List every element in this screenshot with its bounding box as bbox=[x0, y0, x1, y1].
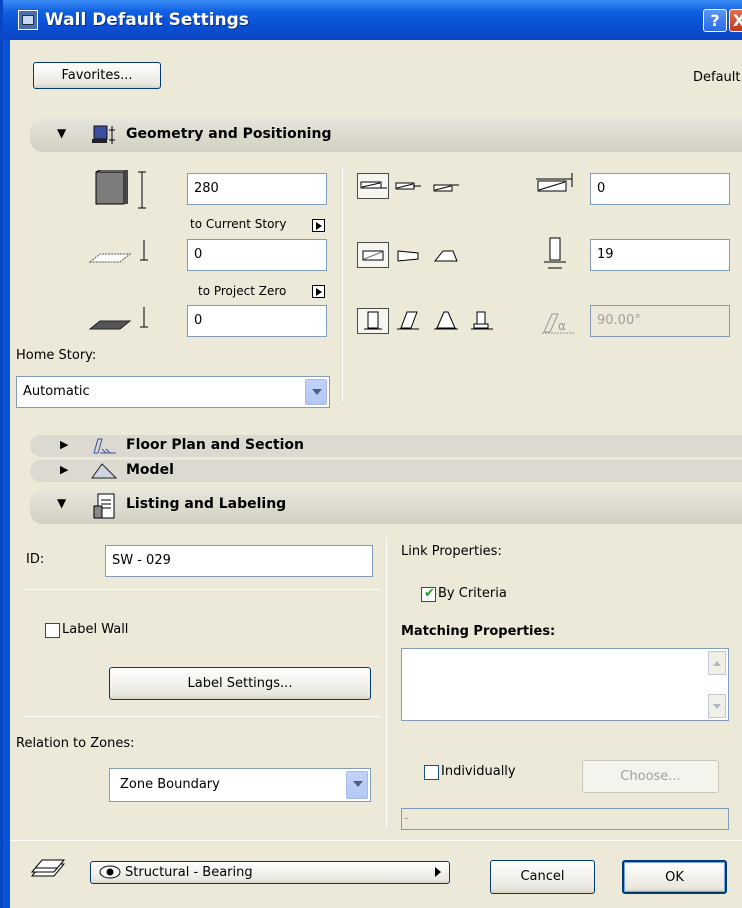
id-label: ID: bbox=[26, 552, 45, 567]
thickness-icon bbox=[542, 236, 570, 274]
layer-select-button[interactable]: Structural - Bearing bbox=[90, 861, 450, 884]
panel-model-title: Model bbox=[126, 462, 174, 478]
panel-floor-plan-title: Floor Plan and Section bbox=[126, 437, 304, 453]
expand-triangle-icon: ▼ bbox=[57, 496, 67, 510]
panel-listing-title: Listing and Labeling bbox=[126, 496, 287, 512]
dialog-window: Wall Default Settings ? X Favorites... D… bbox=[0, 0, 742, 908]
wall-height-icon bbox=[90, 169, 160, 212]
scroll-down-icon[interactable] bbox=[708, 694, 726, 718]
to-current-story-label: to Current Story bbox=[190, 217, 287, 231]
thickness-field[interactable]: 19 bbox=[590, 239, 730, 271]
relation-to-zones-select[interactable]: Zone Boundary bbox=[109, 768, 371, 802]
panel-geometry-title: Geometry and Positioning bbox=[126, 126, 332, 142]
wall-straight-button[interactable] bbox=[357, 242, 389, 268]
divider bbox=[24, 589, 380, 590]
help-button[interactable]: ? bbox=[703, 9, 727, 32]
to-project-zero-label: to Project Zero bbox=[198, 284, 287, 298]
floor-plan-icon bbox=[90, 435, 116, 457]
choose-button[interactable]: Choose... bbox=[582, 760, 719, 793]
chevron-right-icon bbox=[435, 867, 441, 877]
home-story-label: Home Story: bbox=[16, 348, 97, 363]
window-title: Wall Default Settings bbox=[45, 10, 249, 30]
title-bar[interactable]: Wall Default Settings ? X bbox=[3, 0, 742, 40]
wall-double-slanted-button[interactable] bbox=[430, 308, 462, 334]
bottom-level-field[interactable]: 0 bbox=[187, 305, 327, 337]
to-current-story-popup-button[interactable] bbox=[312, 219, 325, 232]
home-story-value: Automatic bbox=[23, 384, 90, 399]
individually-checkbox[interactable] bbox=[424, 765, 439, 780]
dialog-client-area: Favorites... Default ▼ Geometry and Posi… bbox=[10, 40, 742, 908]
eye-icon bbox=[99, 865, 121, 879]
geometry-divider bbox=[342, 168, 343, 402]
ref-line-outside-button[interactable] bbox=[357, 173, 389, 199]
wall-profile-button[interactable] bbox=[466, 308, 498, 334]
scroll-up-icon[interactable] bbox=[708, 651, 726, 675]
default-label: Default bbox=[693, 70, 741, 85]
listing-divider bbox=[386, 538, 387, 828]
base-offset-field[interactable]: 0 bbox=[187, 239, 327, 271]
ok-button[interactable]: OK bbox=[622, 860, 727, 894]
layer-icon bbox=[28, 858, 68, 884]
ref-line-inside-button[interactable] bbox=[430, 173, 462, 199]
svg-text:α: α bbox=[558, 319, 566, 333]
ref-offset-icon bbox=[532, 173, 582, 201]
home-story-select[interactable]: Automatic bbox=[16, 376, 330, 408]
panel-geometry-header[interactable]: ▼ Geometry and Positioning bbox=[30, 118, 742, 152]
favorites-button[interactable]: Favorites... bbox=[33, 62, 161, 89]
cancel-button[interactable]: Cancel bbox=[490, 860, 595, 894]
angle-field: 90.00° bbox=[590, 305, 730, 337]
by-criteria-label: By Criteria bbox=[438, 586, 507, 601]
panel-floor-plan-header[interactable]: ▶ Floor Plan and Section bbox=[30, 435, 742, 457]
wall-trapezoid-button[interactable] bbox=[392, 242, 424, 268]
wall-vertical-button[interactable] bbox=[357, 308, 389, 334]
panel-model-header[interactable]: ▶ Model bbox=[30, 460, 742, 482]
by-criteria-checkbox[interactable]: ✔ bbox=[421, 586, 436, 602]
wall-polygonal-button[interactable] bbox=[430, 242, 462, 268]
geometry-icon bbox=[92, 122, 118, 148]
panel-listing-header[interactable]: ▼ Listing and Labeling bbox=[30, 490, 742, 524]
chevron-down-icon[interactable] bbox=[346, 771, 368, 799]
app-icon bbox=[18, 10, 38, 30]
expand-triangle-icon: ▼ bbox=[57, 126, 67, 140]
layer-select-value: Structural - Bearing bbox=[125, 865, 253, 880]
wall-slanted-button[interactable] bbox=[392, 308, 424, 334]
label-settings-button[interactable]: Label Settings... bbox=[109, 667, 371, 700]
ref-offset-field[interactable]: 0 bbox=[590, 173, 730, 205]
checkmark-icon: ✔ bbox=[424, 586, 435, 601]
to-project-zero-popup-button[interactable] bbox=[312, 285, 325, 298]
criteria-status-field: - bbox=[401, 808, 729, 830]
relation-to-zones-label: Relation to Zones: bbox=[16, 736, 135, 751]
listing-icon bbox=[92, 492, 118, 522]
collapsed-triangle-icon: ▶ bbox=[60, 438, 69, 451]
matching-properties-label: Matching Properties: bbox=[401, 624, 556, 639]
model-icon bbox=[90, 460, 118, 482]
individually-label: Individually bbox=[441, 764, 516, 779]
link-properties-label: Link Properties: bbox=[401, 544, 502, 559]
ref-line-center-button[interactable] bbox=[392, 173, 424, 199]
chevron-down-icon[interactable] bbox=[305, 379, 327, 405]
base-offset-icon bbox=[86, 236, 156, 272]
angle-icon: α bbox=[540, 310, 580, 338]
matching-properties-list[interactable] bbox=[401, 648, 729, 721]
label-wall-label: Label Wall bbox=[62, 622, 129, 637]
collapsed-triangle-icon: ▶ bbox=[60, 463, 69, 476]
label-wall-checkbox[interactable] bbox=[45, 623, 60, 638]
id-field[interactable]: SW - 029 bbox=[105, 545, 373, 577]
relation-to-zones-value: Zone Boundary bbox=[120, 777, 220, 792]
bottom-level-icon bbox=[86, 303, 156, 339]
wall-height-field[interactable]: 280 bbox=[187, 173, 327, 205]
footer-divider bbox=[10, 840, 742, 841]
divider bbox=[24, 716, 380, 717]
close-button[interactable]: X bbox=[729, 9, 742, 32]
